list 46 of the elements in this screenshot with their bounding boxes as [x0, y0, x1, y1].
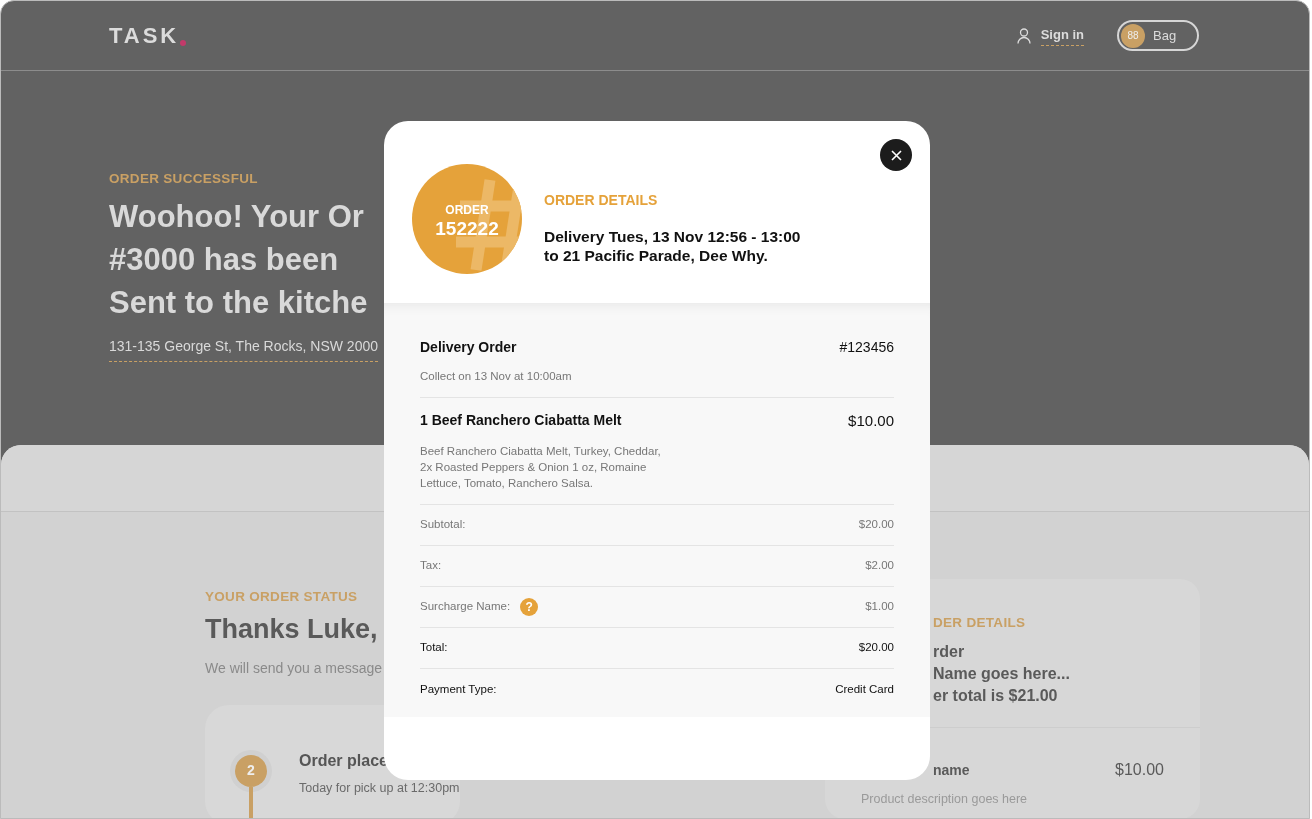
address-link[interactable]: 131-135 George St, The Rocks, NSW 2000	[109, 336, 378, 363]
product-description: Product description goes here	[861, 791, 1028, 809]
section-label: DER DETAILS	[933, 614, 1026, 632]
order-note: Collect on 13 Nov at 10:00am	[420, 369, 572, 384]
order-label: ORDER	[445, 201, 489, 219]
bag-button[interactable]: 88 Bag	[1117, 20, 1199, 51]
total-label: Subtotal:	[420, 517, 466, 533]
section-label: ORDER DETAILS	[544, 191, 658, 210]
summary-line: er total is $21.00	[933, 686, 1058, 707]
total-label: Surcharge Name:	[420, 599, 511, 615]
person-icon	[1016, 27, 1031, 44]
step-subtitle: Today for pick up at 12:30pm	[299, 779, 460, 797]
close-button[interactable]	[880, 139, 912, 171]
status-message: We will send you a message	[205, 658, 383, 678]
item-name: 1 Beef Ranchero Ciabatta Melt	[420, 411, 622, 431]
product-price: $10.00	[1115, 760, 1164, 781]
total-value: $1.00	[865, 599, 894, 615]
bag-count: 88	[1121, 23, 1145, 48]
close-icon	[890, 149, 902, 161]
sign-in-link[interactable]: Sign in	[1040, 24, 1084, 47]
total-label: Tax:	[420, 558, 442, 574]
total-value: Credit Card	[835, 681, 894, 697]
logo: TASK	[109, 22, 180, 50]
hero-heading: Woohoo! Your Or	[109, 198, 364, 237]
status-heading: Thanks Luke,	[205, 613, 378, 647]
order-number: 152222	[435, 218, 499, 238]
total-value: $20.00	[858, 517, 894, 533]
summary-line: rder	[933, 642, 965, 663]
section-label: ORDER SUCCESSFUL	[109, 170, 258, 188]
section-label: YOUR ORDER STATUS	[205, 588, 358, 606]
step-title: Order place	[299, 750, 388, 771]
item-description: Beef Ranchero Ciabatta Melt, Turkey, Cheddar, 2x Roasted Peppers & Onion 1 oz, Romaine Lettuce, Tomato, Ranchero Salsa.	[420, 443, 662, 491]
hero-heading: #3000 has been	[109, 241, 339, 280]
total-label: Payment Type:	[420, 681, 497, 697]
order-reference: #123456	[839, 338, 894, 357]
item-price: $10.00	[848, 411, 894, 432]
hero-heading: Sent to the kitche	[109, 284, 368, 323]
summary-line: Name goes here...	[933, 664, 1070, 685]
delivery-heading: to 21 Pacific Parade, Dee Why.	[544, 246, 768, 265]
delivery-heading: Delivery Tues, 13 Nov 12:56 - 13:00	[544, 227, 801, 246]
total-value: $20.00	[858, 640, 894, 656]
product-name: name	[933, 760, 970, 780]
total-label: Total:	[420, 640, 448, 656]
logo-dot	[180, 40, 187, 46]
total-value: $2.00	[865, 558, 894, 574]
order-type: Delivery Order	[420, 338, 517, 357]
